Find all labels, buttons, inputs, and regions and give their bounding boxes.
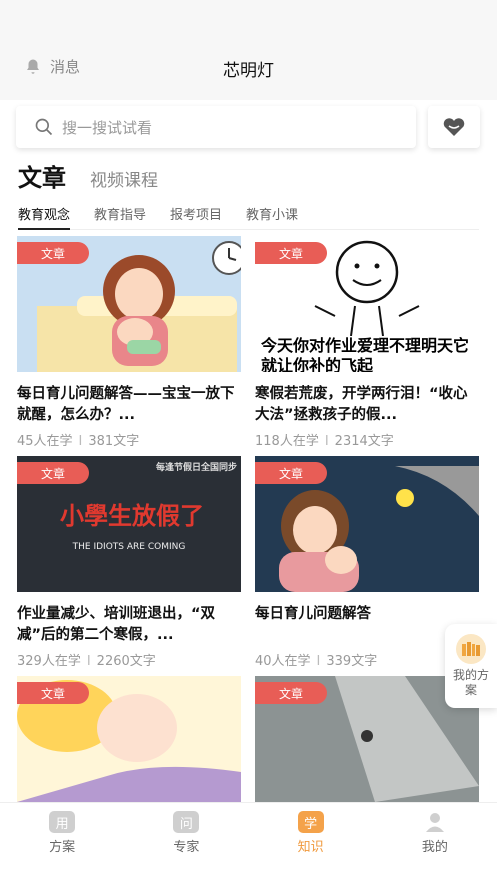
tab-expert[interactable]: 问 专家 [124,803,248,883]
app-title: 芯明灯 [223,61,274,81]
plan-icon: 用 [49,811,76,833]
word-count: 381文字 [88,434,140,449]
tab-expert-label: 专家 [173,840,200,855]
article-title: 作业量减少、培训班退出，“双减”后的第二个寒假，... [17,606,216,643]
subtab-education-guidance[interactable]: 教育指导 [94,204,146,229]
thumbnail-subcaption: THE IDIOTS ARE COMING [72,542,186,552]
article-badge: 文章 [255,462,327,484]
meta-separator: I [316,654,321,669]
article-meta: 118人在学 I 2314文字 [255,430,479,449]
article-badge: 文章 [17,682,89,704]
search-icon [35,118,53,136]
subtab-mini-lessons[interactable]: 教育小课 [246,204,298,229]
knowledge-icon: 学 [297,811,324,833]
tab-plan-label: 方案 [49,840,76,855]
article-title: 每日育儿问题解答——宝宝一放下就醒，怎么办？... [17,386,235,423]
bottom-tab-bar: 用 方案 问 专家 学 知识 我的 [0,802,497,883]
article-title: 寒假若荒废，开学两行泪！“收心大法”拯救孩子的假... [255,386,468,423]
top-header: 消息 芯明灯 [0,0,497,100]
article-card[interactable]: 文章 每日育儿问题解答——宝宝一放下就醒，怎么办？... 45人在学 I 381文字 [17,236,241,449]
meta-separator: I [86,654,91,669]
thumbnail-top-text: 每逢节假日全国同步 [155,463,237,473]
article-meta: 329人在学 I 2260文字 [17,650,241,669]
word-count: 2314文字 [334,434,394,449]
search-placeholder: 搜一搜试试看 [62,118,153,137]
learner-count: 329人在学 [17,654,81,669]
person-icon [425,813,444,832]
learner-count: 118人在学 [255,434,319,449]
tab-knowledge[interactable]: 学 知识 [249,803,373,883]
article-badge: 文章 [255,242,327,264]
tab-plan[interactable]: 用 方案 [0,803,124,883]
article-card[interactable]: 文章 [17,676,241,802]
favorites-button[interactable] [428,106,480,148]
article-badge: 文章 [255,682,327,704]
learner-count: 40人在学 [255,654,311,669]
heart-icon [443,118,465,136]
my-plan-label: 我的方案 [453,668,490,697]
sub-tabs: 教育观念 教育指导 报考项目 教育小课 [18,204,479,230]
tab-video-courses[interactable]: 视频课程 [90,166,158,193]
article-badge: 文章 [17,242,89,264]
thumbnail-caption: 小學生放假了 [60,501,204,530]
tab-articles[interactable]: 文章 [18,158,66,193]
meta-separator: I [78,434,83,449]
subtab-education-concepts[interactable]: 教育观念 [18,204,71,230]
expert-icon: 问 [173,811,200,833]
search-input[interactable]: 搜一搜试试看 [16,106,416,148]
article-card[interactable]: 每逢节假日全国同步 小學生放假了 THE IDIOTS ARE COMING 文… [17,456,241,669]
my-plan-button[interactable]: 我的方案 [445,624,497,708]
learner-count: 45人在学 [17,434,73,449]
main-tabs: 文章 视频课程 [18,158,158,193]
meta-separator: I [324,434,329,449]
article-meta: 45人在学 I 381文字 [17,430,241,449]
tab-knowledge-label: 知识 [297,840,324,855]
article-card[interactable]: 今天你对作业爱理不理明天它就让你补的飞起 文章 寒假若荒废，开学两行泪！“收心大… [255,236,479,449]
thumbnail-caption: 今天你对作业爱理不理明天它就让你补的飞起 [261,336,470,372]
subtab-exam-projects[interactable]: 报考项目 [170,204,222,229]
tab-mine-label: 我的 [421,840,448,855]
word-count: 2260文字 [96,654,156,669]
plan-books-icon [456,634,486,664]
word-count: 339文字 [326,654,378,669]
article-title: 每日育儿问题解答 [255,606,371,622]
tab-mine[interactable]: 我的 [373,803,497,883]
article-badge: 文章 [17,462,89,484]
